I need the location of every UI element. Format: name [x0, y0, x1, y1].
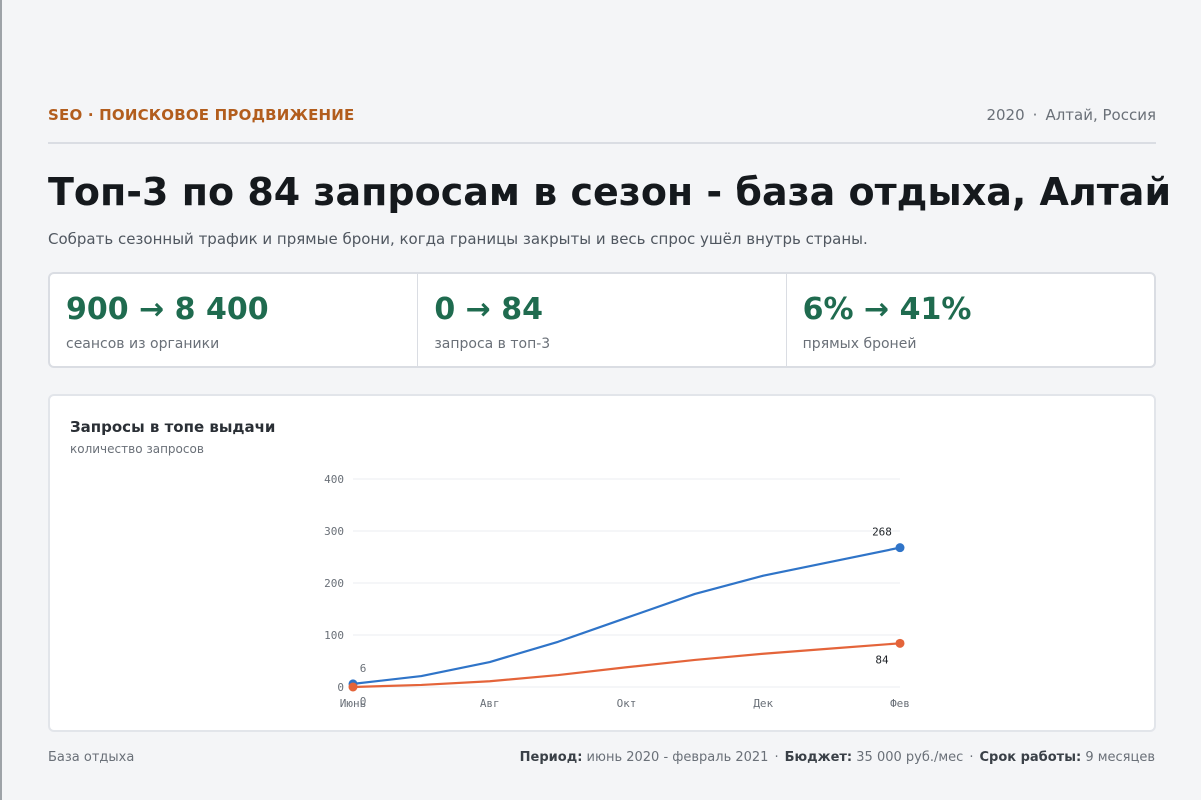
- page-subtitle: Собрать сезонный трафик и прямые брони, …: [48, 230, 868, 248]
- footer-separator: ·: [969, 750, 974, 765]
- period-label: Период:: [519, 750, 583, 765]
- kpi-top3-queries: 0 → 84 запроса в топ-3: [418, 274, 787, 366]
- meta-info: 2020 · Алтай, Россия: [986, 106, 1156, 124]
- series-line-0: [352, 546, 901, 685]
- period-value: июнь 2020 - февраль 2021: [586, 750, 769, 765]
- series-point-1: [895, 638, 905, 648]
- kpi-value: 6% → 41%: [802, 292, 972, 327]
- data-label: 0: [360, 695, 367, 708]
- location-label: Алтай, Россия: [1045, 106, 1156, 124]
- footer-client: База отдыха: [48, 750, 135, 765]
- y-tick-label: 300: [324, 525, 344, 538]
- kpi-label: сеансов из органики: [66, 336, 220, 352]
- y-tick-label: 100: [324, 629, 344, 642]
- top-bar: SEO · ПОИСКОВОЕ ПРОДВИЖЕНИЕ 2020 · Алтай, …: [48, 104, 1156, 144]
- series-point-0: [895, 543, 905, 553]
- kpi-direct-bookings: 6% → 41% прямых броней: [787, 274, 1154, 366]
- y-tick-label: 200: [324, 577, 344, 590]
- kpi-sessions: 900 → 8 400 сеансов из органики: [50, 274, 419, 366]
- y-tick-label: 400: [324, 473, 344, 486]
- series-point-1: [348, 682, 358, 692]
- x-tick-label: Окт: [617, 697, 637, 710]
- kpi-value: 900 → 8 400: [66, 292, 269, 327]
- y-tick-label: 0: [337, 681, 344, 694]
- meta-separator: ·: [1032, 106, 1038, 124]
- x-tick-label: Авг: [480, 697, 500, 710]
- year-label: 2020: [986, 106, 1025, 124]
- kpi-label: запроса в топ-3: [434, 336, 551, 352]
- data-label: 6: [360, 662, 367, 675]
- x-tick-label: Дек: [753, 697, 773, 710]
- kpi-panel: 900 → 8 400 сеансов из органики 0 → 84 з…: [48, 272, 1156, 368]
- data-label: 268: [872, 526, 892, 539]
- line-chart: 0100200300400Июнь Авг Окт Дек Фев6026884: [324, 473, 910, 710]
- data-label: 84: [875, 653, 889, 666]
- kpi-label: прямых броней: [802, 336, 917, 352]
- duration-value: 9 месяцев: [1085, 750, 1155, 765]
- chart-card: Запросы в топе выдачи количество запросо…: [48, 394, 1156, 732]
- kpi-value: 0 → 84: [434, 292, 543, 327]
- duration-label: Срок работы:: [979, 750, 1082, 765]
- budget-value: 35 000 руб./мес: [856, 750, 964, 765]
- footer-details: Период: июнь 2020 - февраль 2021 · Бюджет:…: [520, 750, 1155, 765]
- budget-label: Бюджет:: [784, 750, 853, 765]
- series-line-1: [352, 642, 901, 689]
- footer-separator: ·: [774, 750, 779, 765]
- page-title: Топ-3 по 84 запросам в сезон - база отды…: [48, 170, 1172, 214]
- category-label: SEO · ПОИСКОВОЕ ПРОДВИЖЕНИЕ: [48, 106, 355, 124]
- x-tick-label: Фев: [890, 697, 910, 710]
